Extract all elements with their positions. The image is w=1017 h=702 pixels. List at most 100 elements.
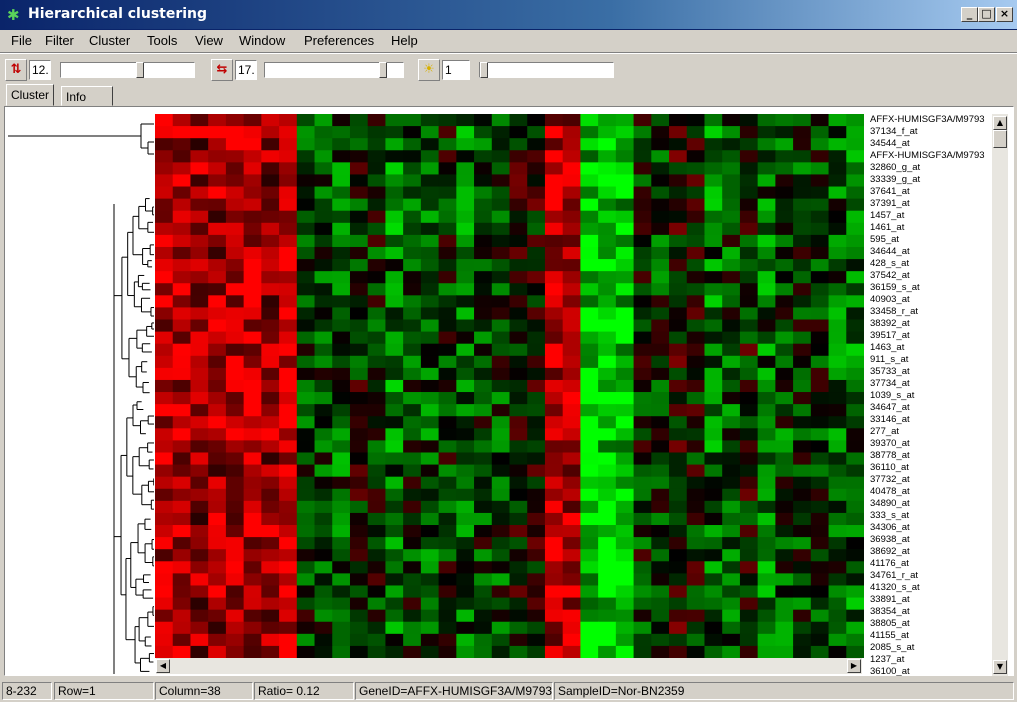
heatmap-cell[interactable] bbox=[544, 525, 564, 538]
heatmap-cell[interactable] bbox=[190, 343, 209, 357]
heatmap-cell[interactable] bbox=[491, 367, 511, 381]
heatmap-cell[interactable] bbox=[349, 452, 369, 466]
heatmap-cell[interactable] bbox=[562, 138, 581, 151]
heatmap-cell[interactable] bbox=[190, 416, 209, 429]
heatmap-cell[interactable] bbox=[615, 259, 635, 272]
rows-slider[interactable] bbox=[60, 62, 195, 78]
heatmap-cell[interactable] bbox=[474, 404, 493, 417]
gene-label[interactable]: 34306_at bbox=[870, 522, 910, 533]
heatmap-cell[interactable] bbox=[349, 645, 369, 658]
heatmap-cell[interactable] bbox=[810, 416, 830, 429]
heatmap-cell[interactable] bbox=[456, 150, 475, 163]
heatmap-cell[interactable] bbox=[332, 621, 351, 635]
heatmap-cell[interactable] bbox=[332, 259, 351, 272]
heatmap-cell[interactable] bbox=[722, 355, 741, 369]
heatmap-cell[interactable] bbox=[225, 186, 245, 200]
heatmap-cell[interactable] bbox=[172, 186, 191, 200]
heatmap-cell[interactable] bbox=[385, 488, 404, 502]
heatmap-cell[interactable] bbox=[385, 331, 404, 345]
heatmap-cell[interactable] bbox=[509, 573, 528, 586]
heatmap-cell[interactable] bbox=[775, 331, 794, 345]
heatmap-cell[interactable] bbox=[633, 452, 652, 466]
heatmap-cell[interactable] bbox=[420, 283, 440, 296]
heatmap-cell[interactable] bbox=[704, 597, 723, 611]
heatmap-cell[interactable] bbox=[261, 162, 280, 175]
heatmap-cell[interactable] bbox=[544, 440, 564, 453]
heatmap-cell[interactable] bbox=[828, 609, 847, 623]
heatmap-cell[interactable] bbox=[243, 464, 262, 478]
heatmap-cell[interactable] bbox=[474, 440, 493, 453]
heatmap-cell[interactable] bbox=[615, 343, 635, 357]
heatmap-cell[interactable] bbox=[296, 114, 316, 127]
heatmap-cell[interactable] bbox=[527, 476, 546, 490]
heatmap-cell[interactable] bbox=[438, 573, 457, 586]
heatmap-cell[interactable] bbox=[739, 174, 759, 188]
heatmap-cell[interactable] bbox=[793, 440, 812, 453]
heatmap-cell[interactable] bbox=[474, 295, 493, 308]
heatmap-cell[interactable] bbox=[633, 440, 652, 453]
heatmap-cell[interactable] bbox=[757, 633, 776, 647]
gene-label[interactable]: 33458_r_at bbox=[870, 306, 918, 317]
heatmap-cell[interactable] bbox=[155, 150, 174, 163]
gene-label[interactable]: AFFX-HUMISGF3A/M9793 bbox=[870, 150, 985, 161]
heatmap-cell[interactable] bbox=[598, 597, 617, 611]
heatmap-cell[interactable] bbox=[190, 331, 209, 345]
heatmap-cell[interactable] bbox=[261, 367, 280, 381]
heatmap-cell[interactable] bbox=[403, 537, 422, 550]
heatmap-cell[interactable] bbox=[279, 392, 298, 405]
heatmap-cell[interactable] bbox=[314, 198, 333, 212]
heatmap-cell[interactable] bbox=[314, 512, 333, 526]
heatmap-cell[interactable] bbox=[793, 488, 812, 502]
heatmap-cell[interactable] bbox=[438, 126, 457, 139]
gene-label[interactable]: 34890_at bbox=[870, 498, 910, 509]
heatmap-cell[interactable] bbox=[261, 186, 280, 200]
heatmap-cell[interactable] bbox=[544, 597, 564, 611]
heatmap-cell[interactable] bbox=[598, 525, 617, 538]
heatmap-cell[interactable] bbox=[739, 234, 759, 248]
heatmap-cell[interactable] bbox=[314, 404, 333, 417]
heatmap-cell[interactable] bbox=[846, 416, 864, 429]
heatmap-cell[interactable] bbox=[722, 271, 741, 284]
heatmap-cell[interactable] bbox=[598, 271, 617, 284]
heatmap-cell[interactable] bbox=[846, 440, 864, 453]
heatmap-cell[interactable] bbox=[385, 597, 404, 611]
heatmap-cell[interactable] bbox=[491, 416, 511, 429]
heatmap-cell[interactable] bbox=[651, 198, 670, 212]
heatmap-cell[interactable] bbox=[615, 525, 635, 538]
heatmap-cell[interactable] bbox=[828, 379, 847, 393]
heatmap-cell[interactable] bbox=[403, 440, 422, 453]
heatmap-cell[interactable] bbox=[509, 331, 528, 345]
heatmap-cell[interactable] bbox=[509, 597, 528, 611]
heatmap-cell[interactable] bbox=[686, 234, 705, 248]
heatmap-cell[interactable] bbox=[828, 428, 847, 441]
heatmap-cell[interactable] bbox=[367, 452, 386, 466]
heatmap-cell[interactable] bbox=[757, 440, 776, 453]
heatmap-cell[interactable] bbox=[243, 234, 262, 248]
heatmap-cell[interactable] bbox=[722, 174, 741, 188]
heatmap-cell[interactable] bbox=[846, 585, 864, 599]
heatmap-cell[interactable] bbox=[403, 633, 422, 647]
heatmap-cell[interactable] bbox=[190, 162, 209, 175]
heatmap-cell[interactable] bbox=[651, 138, 670, 151]
heatmap-cell[interactable] bbox=[757, 428, 776, 441]
heatmap-cell[interactable] bbox=[615, 585, 635, 599]
heatmap-cell[interactable] bbox=[633, 271, 652, 284]
heatmap-cell[interactable] bbox=[261, 464, 280, 478]
gene-label[interactable]: 34644_at bbox=[870, 246, 910, 257]
heatmap-cell[interactable] bbox=[403, 500, 422, 514]
heatmap-cell[interactable] bbox=[420, 392, 440, 405]
heatmap-cell[interactable] bbox=[633, 633, 652, 647]
gene-label[interactable]: 37542_at bbox=[870, 270, 910, 281]
heatmap-cell[interactable] bbox=[509, 295, 528, 308]
heatmap-cell[interactable] bbox=[704, 537, 723, 550]
heatmap-cell[interactable] bbox=[367, 367, 386, 381]
gene-label[interactable]: 41320_s_at bbox=[870, 582, 920, 593]
heatmap-cell[interactable] bbox=[349, 512, 369, 526]
heatmap-cell[interactable] bbox=[296, 440, 316, 453]
heatmap-cell[interactable] bbox=[420, 549, 440, 562]
heatmap-cell[interactable] bbox=[332, 537, 351, 550]
heatmap-cell[interactable] bbox=[722, 440, 741, 453]
heatmap-cell[interactable] bbox=[332, 500, 351, 514]
gene-label[interactable]: 34544_at bbox=[870, 138, 910, 149]
heatmap-cell[interactable] bbox=[438, 162, 457, 175]
